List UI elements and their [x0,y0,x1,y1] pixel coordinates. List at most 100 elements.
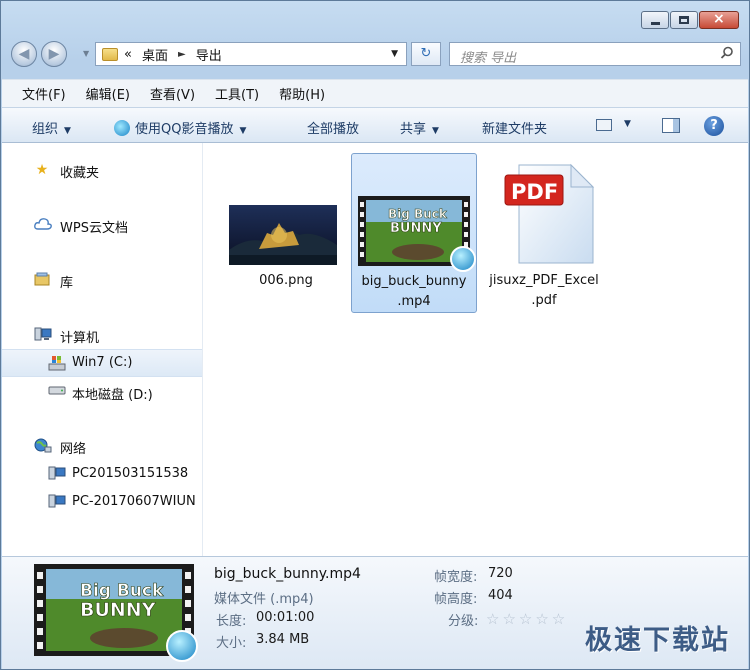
network-icon [34,438,52,454]
maximize-icon [679,16,689,24]
maximize-button[interactable] [670,11,698,29]
help-icon[interactable]: ? [704,116,724,136]
details-height-value: 404 [488,588,513,603]
qq-player-badge-icon [450,246,476,272]
details-width-value: 720 [488,566,513,581]
library-icon [34,272,50,288]
details-size-value: 3.84 MB [256,632,310,647]
watermark: 极速下载站 [585,625,730,656]
sidebar-item-label: 库 [60,276,74,291]
address-dropdown-icon[interactable]: ▼ [391,49,398,59]
file-item-pdf[interactable]: PDF jisuxz_PDF_Excel .pdf [481,153,607,313]
hard-drive-icon [48,384,66,400]
close-icon: × [713,11,725,27]
search-input[interactable]: 搜索 导出 [449,42,741,66]
refresh-icon: ↻ [420,46,432,61]
sidebar-item-label: WPS云文档 [60,221,128,236]
sidebar-item-pc1[interactable]: PC201503151538 [2,461,202,487]
menu-bar: 文件(F) 编辑(E) 查看(V) 工具(T) 帮助(H) [2,79,748,107]
rating-stars[interactable]: ☆☆☆☆☆ [486,610,568,628]
chevron-down-icon: ▼ [239,126,247,136]
play-with-qq-button[interactable]: 使用QQ影音播放 ▼ [114,118,246,137]
menu-file[interactable]: 文件(F) [22,84,66,103]
folder-icon [102,47,118,61]
sidebar-item-label: 收藏夹 [60,166,100,181]
sidebar-item-drive-d[interactable]: 本地磁盘 (D:) [2,379,202,405]
pdf-icon: PDF [501,161,597,265]
content-area: ★ 收藏夹 WPS云文档 库 计算机 Win7 (C:) 本地磁盘 (D:) 网… [2,143,748,556]
file-name: jisuxz_PDF_Excel .pdf [481,271,607,311]
address-bar[interactable]: « 桌面 ► 导出 ▼ [95,42,407,66]
breadcrumb-desktop[interactable]: 桌面 [142,45,168,64]
search-icon[interactable] [720,46,734,64]
sidebar-item-label: PC201503151538 [72,466,189,481]
pdf-badge-text: PDF [511,180,558,204]
new-folder-button[interactable]: 新建文件夹 [482,118,547,137]
thumb-title-2: BUNNY [390,221,442,236]
play-qq-label: 使用QQ影音播放 [135,122,234,137]
recent-pages-dropdown[interactable]: ▼ [83,49,89,58]
breadcrumb-separator[interactable]: ► [178,49,186,60]
details-thumb-title-2: BUNNY [80,599,156,621]
file-item-mp4[interactable]: Big Buck BUNNY big_buck_bunny .mp4 [351,153,477,313]
search-placeholder: 搜索 导出 [460,51,517,66]
file-list: 006.png Big Buck BUNNY big_buck_bunny .m… [203,143,748,556]
computer-icon [48,494,66,510]
star-icon: ★ [35,162,49,178]
sidebar-item-library[interactable]: 库 [2,267,202,293]
details-thumbnail: Big Buck BUNNY [34,564,198,662]
thumb-title-1: Big Buck [388,207,448,221]
file-name: big_buck_bunny .mp4 [352,272,476,312]
sidebar-item-pc2[interactable]: PC-20170607WIUN [2,489,202,515]
breadcrumb-export[interactable]: 导出 [196,45,222,64]
minimize-icon [651,22,660,25]
view-options-dropdown[interactable]: ▼ [624,119,631,129]
video-thumbnail: Big Buck BUNNY [358,196,476,272]
close-button[interactable]: × [699,11,739,29]
details-height-label: 帧高度: [434,592,478,607]
sidebar-item-drive-c[interactable]: Win7 (C:) [2,349,202,377]
change-view-icon[interactable] [596,119,612,131]
file-name-line1: jisuxz_PDF_Excel [489,273,599,288]
details-length-label: 长度: [216,614,247,629]
file-name-line2: .mp4 [397,294,431,309]
sidebar-item-wps[interactable]: WPS云文档 [2,212,202,238]
menu-tools[interactable]: 工具(T) [215,84,259,103]
organize-button[interactable]: 组织 ▼ [32,118,71,137]
sidebar-item-network[interactable]: 网络 [2,433,202,459]
chevron-down-icon: ▼ [64,126,71,136]
qq-player-badge-icon [166,630,198,662]
play-all-button[interactable]: 全部播放 [307,118,359,137]
file-name: 006.png [259,273,313,288]
sidebar-item-computer[interactable]: 计算机 [2,322,202,348]
forward-button[interactable]: ▶ [41,41,67,67]
image-thumbnail [229,205,337,265]
organize-label: 组织 [32,122,59,137]
explorer-window: × ◀ ▶ ▼ « 桌面 ► 导出 ▼ ↻ 搜索 导出 文件(F) 编辑(E) … [0,0,750,670]
share-button[interactable]: 共享 ▼ [400,118,439,137]
sidebar-item-label: 本地磁盘 (D:) [72,388,153,403]
computer-icon [34,327,52,343]
sidebar-item-label: 网络 [60,442,87,457]
menu-view[interactable]: 查看(V) [150,84,195,103]
sidebar-item-label: 计算机 [60,331,100,346]
cloud-icon [34,217,52,233]
preview-pane-icon[interactable] [662,118,680,133]
sidebar-item-favorites[interactable]: ★ 收藏夹 [2,157,202,183]
back-button[interactable]: ◀ [11,41,37,67]
arrow-left-icon: ◀ [18,46,30,62]
details-length-value: 00:01:00 [256,610,315,625]
menu-edit[interactable]: 编辑(E) [86,84,130,103]
refresh-button[interactable]: ↻ [411,42,441,66]
computer-icon [48,466,66,482]
file-item-png[interactable]: 006.png [223,201,349,291]
breadcrumb-overflow[interactable]: « [124,47,132,62]
window-controls: × [640,11,739,29]
sidebar-item-label: PC-20170607WIUN [72,494,196,509]
arrow-right-icon: ▶ [48,46,60,62]
share-label: 共享 [400,122,427,137]
file-name-line2: .pdf [531,293,557,308]
qq-player-icon [114,120,130,136]
menu-help[interactable]: 帮助(H) [279,84,325,103]
minimize-button[interactable] [641,11,669,29]
